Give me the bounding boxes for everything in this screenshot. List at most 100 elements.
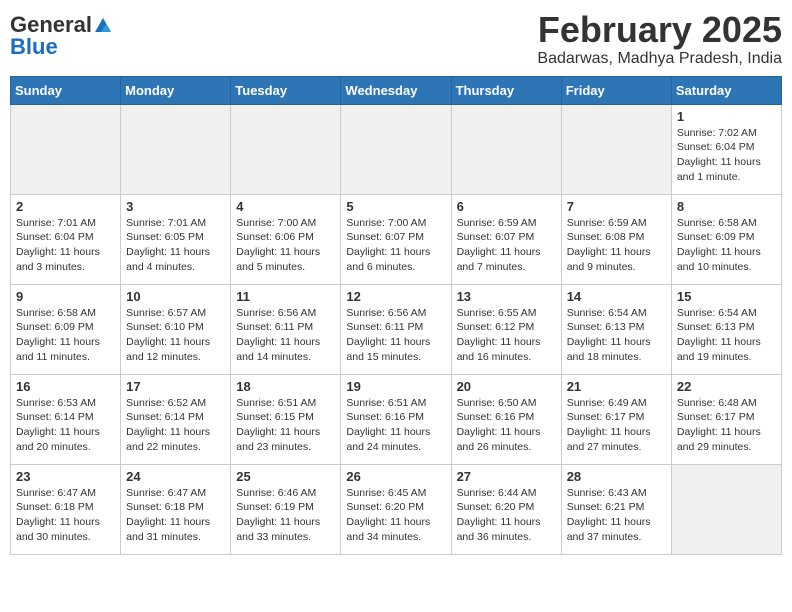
day-number: 17 [126,379,225,394]
day-number: 13 [457,289,556,304]
calendar-cell: 24Sunrise: 6:47 AM Sunset: 6:18 PM Dayli… [121,464,231,554]
calendar-cell: 11 Sunrise: 6:56 AM Sunset: 6:11 PM Dayli… [231,284,341,374]
calendar-cell: 1Sunrise: 7:02 AM Sunset: 6:04 PM Daylig… [671,104,781,194]
day-info: Sunrise: 6:46 AM Sunset: 6:19 PM Dayligh… [236,486,335,545]
day-info: Sunrise: 7:00 AM Sunset: 6:06 PM Dayligh… [236,216,335,275]
calendar-cell: 28 Sunrise: 6:43 AM Sunset: 6:21 PM Dayli… [561,464,671,554]
day-number: 26 [346,469,445,484]
day-number: 9 [16,289,115,304]
calendar-cell: 12 Sunrise: 6:56 AM Sunset: 6:11 PM Dayli… [341,284,451,374]
day-number: 12 [346,289,445,304]
calendar-cell: 13 Sunrise: 6:55 AM Sunset: 6:12 PM Dayli… [451,284,561,374]
day-info: Sunrise: 6:43 AM Sunset: 6:21 PM Dayligh… [567,486,666,545]
calendar-cell: 21Sunrise: 6:49 AM Sunset: 6:17 PM Dayli… [561,374,671,464]
logo-icon [93,16,113,36]
calendar-header-friday: Friday [561,76,671,104]
calendar-cell: 14Sunrise: 6:54 AM Sunset: 6:13 PM Dayli… [561,284,671,374]
calendar-cell: 4 Sunrise: 7:00 AM Sunset: 6:06 PM Daylig… [231,194,341,284]
day-info: Sunrise: 7:00 AM Sunset: 6:07 PM Dayligh… [346,216,445,275]
calendar-header-wednesday: Wednesday [341,76,451,104]
day-info: Sunrise: 6:50 AM Sunset: 6:16 PM Dayligh… [457,396,556,455]
calendar-header-saturday: Saturday [671,76,781,104]
day-number: 25 [236,469,335,484]
calendar-header-sunday: Sunday [11,76,121,104]
day-number: 18 [236,379,335,394]
calendar-cell: 22 Sunrise: 6:48 AM Sunset: 6:17 PM Dayli… [671,374,781,464]
day-info: Sunrise: 6:54 AM Sunset: 6:13 PM Dayligh… [677,306,776,365]
day-info: Sunrise: 6:52 AM Sunset: 6:14 PM Dayligh… [126,396,225,455]
calendar-cell [341,104,451,194]
day-number: 8 [677,199,776,214]
header: General Blue February 2025 Badarwas, Mad… [10,10,782,68]
day-number: 21 [567,379,666,394]
day-number: 19 [346,379,445,394]
calendar-cell: 15Sunrise: 6:54 AM Sunset: 6:13 PM Dayli… [671,284,781,374]
day-info: Sunrise: 6:45 AM Sunset: 6:20 PM Dayligh… [346,486,445,545]
day-number: 27 [457,469,556,484]
calendar-week-2: 2 Sunrise: 7:01 AM Sunset: 6:04 PM Daylig… [11,194,782,284]
calendar-cell: 17 Sunrise: 6:52 AM Sunset: 6:14 PM Dayli… [121,374,231,464]
day-number: 24 [126,469,225,484]
calendar-cell [451,104,561,194]
day-info: Sunrise: 6:51 AM Sunset: 6:16 PM Dayligh… [346,396,445,455]
calendar-week-4: 16Sunrise: 6:53 AM Sunset: 6:14 PM Dayli… [11,374,782,464]
sub-title: Badarwas, Madhya Pradesh, India [537,50,782,68]
day-info: Sunrise: 6:55 AM Sunset: 6:12 PM Dayligh… [457,306,556,365]
calendar-cell: 10 Sunrise: 6:57 AM Sunset: 6:10 PM Dayli… [121,284,231,374]
calendar-cell [671,464,781,554]
day-number: 11 [236,289,335,304]
calendar-cell [231,104,341,194]
day-number: 10 [126,289,225,304]
calendar-cell: 8Sunrise: 6:58 AM Sunset: 6:09 PM Daylig… [671,194,781,284]
calendar-cell [121,104,231,194]
logo-general-text: General [10,14,92,36]
calendar-cell: 5 Sunrise: 7:00 AM Sunset: 6:07 PM Daylig… [341,194,451,284]
day-info: Sunrise: 6:54 AM Sunset: 6:13 PM Dayligh… [567,306,666,365]
title-area: February 2025 Badarwas, Madhya Pradesh, … [537,10,782,68]
calendar-cell: 23 Sunrise: 6:47 AM Sunset: 6:18 PM Dayli… [11,464,121,554]
calendar-cell: 16Sunrise: 6:53 AM Sunset: 6:14 PM Dayli… [11,374,121,464]
day-info: Sunrise: 6:56 AM Sunset: 6:11 PM Dayligh… [236,306,335,365]
calendar-week-5: 23 Sunrise: 6:47 AM Sunset: 6:18 PM Dayli… [11,464,782,554]
calendar-cell: 6 Sunrise: 6:59 AM Sunset: 6:07 PM Daylig… [451,194,561,284]
day-info: Sunrise: 6:59 AM Sunset: 6:07 PM Dayligh… [457,216,556,275]
logo-blue-text: Blue [10,36,58,58]
day-number: 5 [346,199,445,214]
day-number: 23 [16,469,115,484]
day-info: Sunrise: 6:48 AM Sunset: 6:17 PM Dayligh… [677,396,776,455]
day-number: 20 [457,379,556,394]
calendar-cell: 19 Sunrise: 6:51 AM Sunset: 6:16 PM Dayli… [341,374,451,464]
day-number: 2 [16,199,115,214]
day-info: Sunrise: 6:51 AM Sunset: 6:15 PM Dayligh… [236,396,335,455]
calendar-table: SundayMondayTuesdayWednesdayThursdayFrid… [10,76,782,555]
day-info: Sunrise: 6:59 AM Sunset: 6:08 PM Dayligh… [567,216,666,275]
calendar-header-row: SundayMondayTuesdayWednesdayThursdayFrid… [11,76,782,104]
calendar-cell [561,104,671,194]
calendar-cell: 26 Sunrise: 6:45 AM Sunset: 6:20 PM Dayli… [341,464,451,554]
day-number: 22 [677,379,776,394]
day-info: Sunrise: 7:01 AM Sunset: 6:05 PM Dayligh… [126,216,225,275]
calendar-cell: 27 Sunrise: 6:44 AM Sunset: 6:20 PM Dayli… [451,464,561,554]
day-info: Sunrise: 6:44 AM Sunset: 6:20 PM Dayligh… [457,486,556,545]
calendar-cell: 3 Sunrise: 7:01 AM Sunset: 6:05 PM Daylig… [121,194,231,284]
day-number: 4 [236,199,335,214]
day-info: Sunrise: 7:02 AM Sunset: 6:04 PM Dayligh… [677,126,776,185]
calendar-header-tuesday: Tuesday [231,76,341,104]
day-number: 6 [457,199,556,214]
calendar-header-monday: Monday [121,76,231,104]
day-info: Sunrise: 6:57 AM Sunset: 6:10 PM Dayligh… [126,306,225,365]
calendar-cell: 9Sunrise: 6:58 AM Sunset: 6:09 PM Daylig… [11,284,121,374]
calendar-cell: 7 Sunrise: 6:59 AM Sunset: 6:08 PM Daylig… [561,194,671,284]
day-number: 7 [567,199,666,214]
day-number: 16 [16,379,115,394]
calendar-week-3: 9Sunrise: 6:58 AM Sunset: 6:09 PM Daylig… [11,284,782,374]
calendar-cell: 2 Sunrise: 7:01 AM Sunset: 6:04 PM Daylig… [11,194,121,284]
main-title: February 2025 [537,10,782,50]
calendar-week-1: 1Sunrise: 7:02 AM Sunset: 6:04 PM Daylig… [11,104,782,194]
day-number: 3 [126,199,225,214]
day-info: Sunrise: 6:56 AM Sunset: 6:11 PM Dayligh… [346,306,445,365]
day-number: 28 [567,469,666,484]
day-info: Sunrise: 6:47 AM Sunset: 6:18 PM Dayligh… [16,486,115,545]
calendar-cell [11,104,121,194]
day-info: Sunrise: 7:01 AM Sunset: 6:04 PM Dayligh… [16,216,115,275]
